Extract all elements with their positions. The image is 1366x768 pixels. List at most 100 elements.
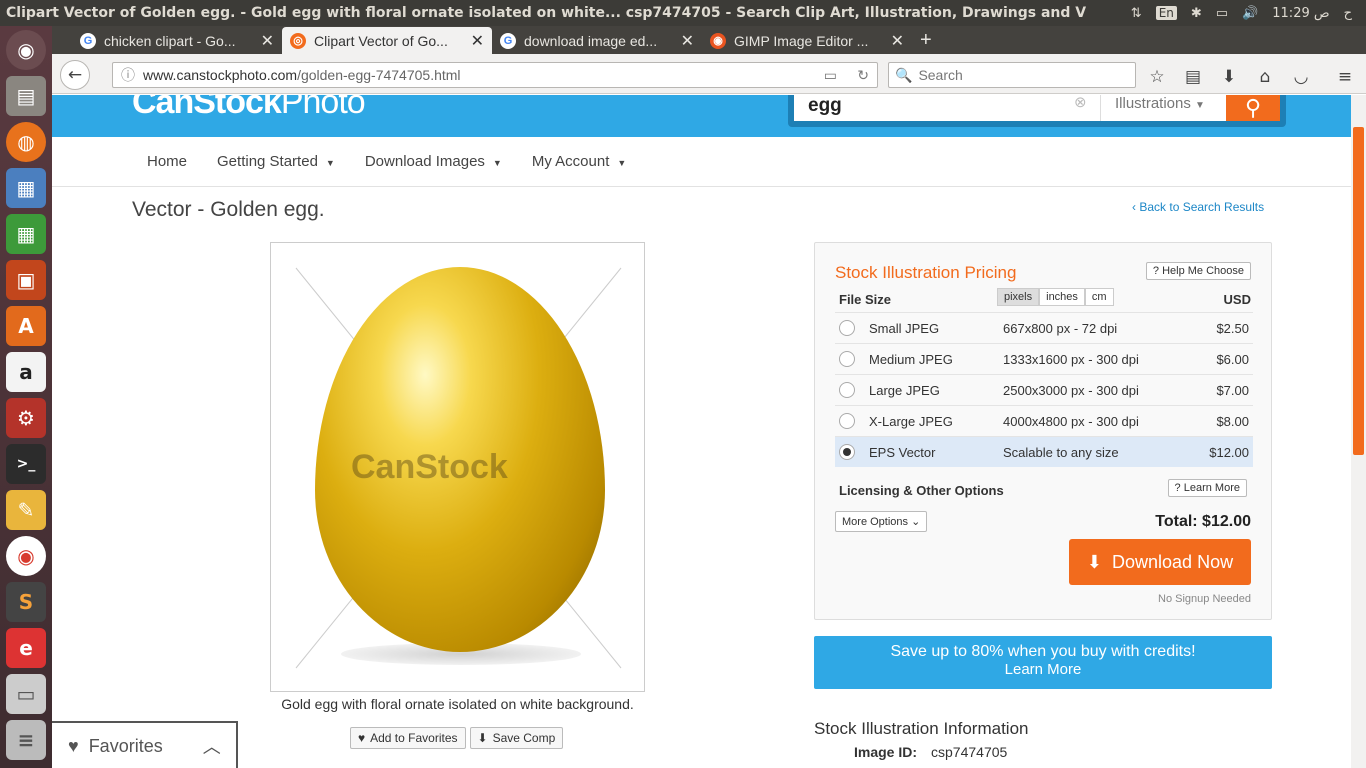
menu-icon[interactable]: ≡ — [1330, 62, 1360, 92]
menu-label: Home — [147, 153, 188, 170]
learn-more-button[interactable]: ? Learn More — [1167, 479, 1247, 497]
menu-getting-started[interactable]: Getting Started ▼ — [217, 153, 335, 170]
licensing-label: Licensing & Other Options — [839, 483, 1004, 498]
price-option-row[interactable]: Large JPEG 2500x3000 px - 300 dpi $7.00 — [835, 374, 1253, 405]
logo-bold: CanStock — [132, 95, 282, 121]
files-icon[interactable]: ▤ — [6, 76, 46, 116]
menu-home[interactable]: Home — [147, 153, 187, 170]
tab-chicken-clipart[interactable]: G chicken clipart - Go... ✕ — [72, 27, 282, 54]
network-transfer-icon[interactable]: ⇅ — [1131, 6, 1142, 21]
clock[interactable]: 11:29 ص — [1272, 6, 1329, 21]
favorites-panel-toggle[interactable]: ♥ Favorites ︿ — [52, 721, 238, 768]
file-size-label: File Size — [839, 292, 892, 307]
option-radio[interactable] — [839, 351, 855, 367]
menu-label: Getting Started — [217, 153, 318, 170]
plus-icon: + — [920, 29, 932, 51]
menu-download-images[interactable]: Download Images ▼ — [365, 153, 502, 170]
more-options-dropdown[interactable]: More Options ⌄ — [835, 511, 928, 532]
new-tab-button[interactable]: + — [912, 27, 952, 54]
close-tab-icon[interactable]: ✕ — [681, 31, 694, 51]
caret-icon: ▼ — [1195, 100, 1205, 111]
chevron-up-icon: ︿ — [202, 737, 221, 757]
unit-cm[interactable]: cm — [1084, 288, 1114, 306]
url-bar[interactable]: ⓘ www.canstockphoto.com/golden-egg-74747… — [112, 62, 878, 88]
dropdown-label: More Options — [842, 516, 909, 528]
info-icon[interactable]: ⓘ — [121, 65, 135, 85]
site-menu: Home Getting Started ▼ Download Images ▼ M… — [52, 137, 1352, 187]
writer-icon[interactable]: ▦ — [6, 168, 46, 208]
indicator-area: ⇅ En ✱ ▭ 🔊 11:29 ص ح — [1130, 0, 1366, 26]
evince-icon[interactable]: e — [6, 628, 46, 668]
bluetooth-icon[interactable]: ✱ — [1191, 6, 1202, 21]
disk-icon[interactable]: ▭ — [6, 674, 46, 714]
amazon-icon[interactable]: a — [6, 352, 46, 392]
price-option-row[interactable]: Small JPEG 667x800 px - 72 dpi $2.50 — [835, 312, 1253, 343]
add-to-favorites-button[interactable]: ♥ Add to Favorites — [350, 727, 466, 749]
price-option-row[interactable]: Medium JPEG 1333x1600 px - 300 dpi $6.00 — [835, 343, 1253, 374]
no-signup-note: No Signup Needed — [1158, 593, 1251, 605]
impress-icon[interactable]: ▣ — [6, 260, 46, 300]
unit-pixels[interactable]: pixels — [997, 288, 1040, 306]
option-radio[interactable] — [839, 382, 855, 398]
toolbar-icons: ☆ ▤ ⬇ ⌂ ◡ ≡ — [1142, 62, 1360, 92]
option-radio[interactable] — [839, 444, 855, 460]
download-now-button[interactable]: ⬇ Download Now — [1069, 539, 1251, 585]
chrome-icon[interactable]: ◉ — [6, 536, 46, 576]
tab-golden-egg[interactable]: ◎ Clipart Vector of Go... ✕ — [282, 27, 492, 54]
tab-download-image[interactable]: G download image ed... ✕ — [492, 27, 702, 54]
reading-list-icon[interactable]: ▤ — [1178, 62, 1208, 92]
price-option-row-selected[interactable]: EPS Vector Scalable to any size $12.00 — [835, 436, 1253, 467]
pricing-panel: Stock Illustration Pricing ? Help Me Cho… — [814, 242, 1272, 620]
bookmark-star-icon[interactable]: ☆ — [1142, 62, 1172, 92]
option-name: EPS Vector — [869, 444, 936, 460]
downloads-icon[interactable]: ⬇ — [1214, 62, 1244, 92]
option-radio[interactable] — [839, 320, 855, 336]
keyboard-layout[interactable]: En — [1155, 6, 1177, 20]
volume-icon[interactable]: 🔊 — [1242, 6, 1258, 21]
save-comp-button[interactable]: ⬇ Save Comp — [469, 727, 564, 749]
back-to-results-link[interactable]: ‹ Back to Search Results — [1132, 200, 1264, 214]
close-tab-icon[interactable]: ✕ — [891, 31, 904, 51]
preview-image[interactable]: CanStock — [270, 242, 645, 692]
reader-view-icon[interactable]: ▭ — [824, 67, 837, 84]
category-select[interactable]: Illustrations ▼ — [1100, 95, 1226, 121]
site-logo[interactable]: CanStockPhoto — [132, 95, 366, 122]
price-option-row[interactable]: X-Large JPEG 4000x4800 px - 300 dpi $8.0… — [835, 405, 1253, 436]
pocket-icon[interactable]: ◡ — [1286, 62, 1316, 92]
sublime-text-icon[interactable]: S — [6, 582, 46, 622]
credits-learn-more-link[interactable]: Learn More — [814, 661, 1272, 678]
settings-icon[interactable]: ⚙ — [6, 398, 46, 438]
workspace-icon[interactable]: ≡ — [6, 720, 46, 760]
page-scrollbar[interactable] — [1351, 95, 1366, 768]
site-search-button[interactable]: ⚲ — [1226, 95, 1280, 121]
menu-my-account[interactable]: My Account ▼ — [532, 153, 626, 170]
home-icon[interactable]: ⌂ — [1250, 62, 1280, 92]
help-me-choose-button[interactable]: ? Help Me Choose — [1145, 262, 1251, 280]
clear-search-icon[interactable]: ⊗ — [1074, 95, 1087, 111]
page-title: Vector - Golden egg. — [132, 198, 325, 221]
scrollbar-thumb[interactable] — [1353, 127, 1364, 455]
back-button[interactable]: ← — [60, 60, 90, 90]
currency-label[interactable]: USD — [1224, 292, 1251, 307]
option-radio[interactable] — [839, 413, 855, 429]
browser-search-box[interactable]: 🔍 Search — [888, 62, 1136, 88]
credits-banner[interactable]: Save up to 80% when you buy with credits… — [814, 636, 1272, 689]
option-price: $7.00 — [1216, 382, 1249, 398]
text-editor-icon[interactable]: ✎ — [6, 490, 46, 530]
session-locale[interactable]: ح — [1344, 6, 1352, 21]
tab-gimp[interactable]: ◉ GIMP Image Editor ... ✕ — [702, 27, 912, 54]
calc-icon[interactable]: ▦ — [6, 214, 46, 254]
battery-icon[interactable]: ▭ — [1216, 6, 1228, 21]
unit-inches[interactable]: inches — [1039, 288, 1085, 306]
close-tab-icon[interactable]: ✕ — [261, 31, 274, 51]
watermark-text: CanStock — [351, 448, 508, 486]
firefox-icon[interactable]: ◍ — [6, 122, 46, 162]
software-center-icon[interactable]: A — [6, 306, 46, 346]
terminal-icon[interactable]: >_ — [6, 444, 46, 484]
site-search-input[interactable]: egg — [794, 95, 1100, 121]
ubuntu-dash-icon[interactable]: ◉ — [6, 30, 46, 70]
reload-icon[interactable]: ↻ — [857, 67, 869, 84]
close-tab-icon[interactable]: ✕ — [471, 31, 484, 51]
option-name: Small JPEG — [869, 320, 940, 336]
back-link-label: Back to Search Results — [1139, 200, 1265, 214]
